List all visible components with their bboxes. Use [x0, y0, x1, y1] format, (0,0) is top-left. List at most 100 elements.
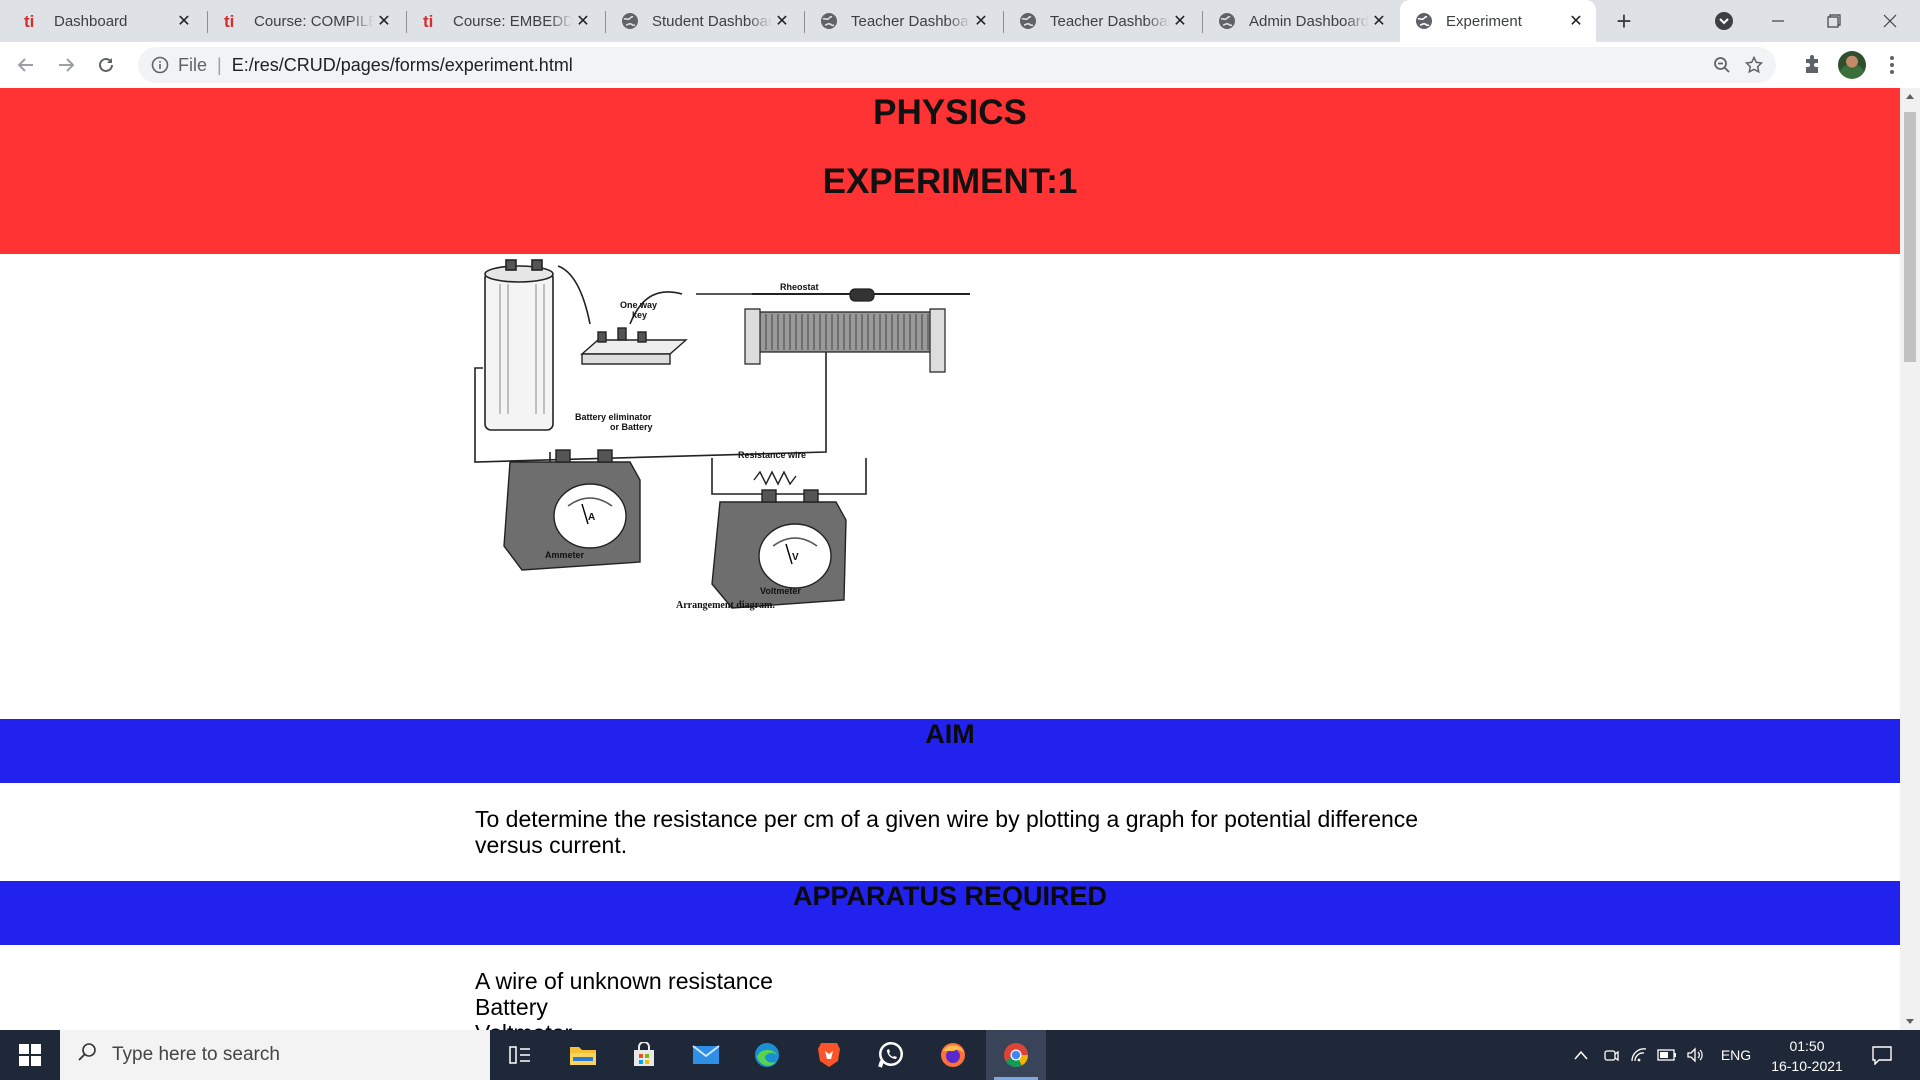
page-viewport: PHYSICS EXPERIMENT:1 One way key Rheosta… [0, 88, 1900, 1030]
chevron-down-circle-icon [1715, 12, 1733, 30]
firefox-icon[interactable] [923, 1030, 983, 1080]
label-battery-line1: Battery eliminator [575, 412, 652, 422]
svg-text:ti: ti [423, 12, 433, 30]
label-rheostat: Rheostat [780, 282, 819, 292]
meet-now-icon[interactable] [1598, 1030, 1624, 1080]
tab-course-embedded[interactable]: ti Course: EMBEDDED SYSTEMS ✕ [407, 0, 603, 42]
arrow-right-icon [59, 58, 75, 72]
aim-text: To determine the resistance per cm of a … [475, 806, 1419, 858]
new-tab-button[interactable]: + [1610, 6, 1638, 36]
file-explorer-icon[interactable] [553, 1030, 613, 1080]
bookmark-star-icon[interactable] [1744, 55, 1764, 75]
url-text[interactable]: E:/res/CRUD/pages/forms/experiment.html [232, 55, 573, 76]
restore-button[interactable] [1806, 0, 1862, 42]
chevron-up-icon[interactable] [1568, 1030, 1594, 1080]
resistance-wire [753, 470, 797, 486]
close-icon [1883, 14, 1897, 28]
apparatus-band: APPARATUS REQUIRED [0, 881, 1900, 945]
tab-teacher-dashboard-2[interactable]: Teacher Dashboard ✕ [1004, 0, 1200, 42]
url-divider: | [217, 54, 222, 75]
back-button[interactable] [12, 51, 40, 79]
close-icon[interactable]: ✕ [772, 11, 792, 31]
info-icon[interactable] [150, 55, 170, 75]
label-ammeter: Ammeter [545, 550, 585, 560]
scroll-down-icon[interactable] [1900, 1014, 1920, 1030]
windows-logo-icon [19, 1044, 41, 1066]
page-header: PHYSICS EXPERIMENT:1 [0, 88, 1900, 254]
globe-icon [1018, 11, 1038, 31]
vertical-scrollbar[interactable] [1900, 88, 1920, 1030]
task-view-icon[interactable] [490, 1030, 550, 1080]
edge-icon[interactable] [737, 1030, 797, 1080]
close-icon[interactable]: ✕ [1369, 11, 1389, 31]
volume-icon[interactable] [1682, 1030, 1708, 1080]
subject-title: PHYSICS [873, 93, 1027, 132]
close-icon[interactable]: ✕ [573, 11, 593, 31]
ti-logo-icon: ti [22, 11, 42, 31]
ti-logo-icon: ti [222, 11, 242, 31]
label-one-way-key-line2: key [632, 310, 647, 320]
svg-text:ti: ti [24, 12, 34, 30]
label-one-way-key-line1: One way [620, 300, 657, 310]
tab-student-dashboard[interactable]: Student Dashboard ✕ [606, 0, 802, 42]
tab-title: Course: COMPILER DESIGN [254, 12, 374, 30]
wifi-icon[interactable] [1626, 1030, 1652, 1080]
diagram-caption: Arrangement diagram. [676, 600, 775, 611]
rheostat [744, 288, 970, 373]
tab-title: Dashboard [54, 12, 128, 30]
label-a: A [588, 512, 595, 523]
tab-dashboard[interactable]: ti Dashboard ✕ [8, 0, 204, 42]
scroll-up-icon[interactable] [1900, 88, 1920, 104]
extensions-icon[interactable] [1798, 51, 1826, 79]
close-window-button[interactable] [1862, 0, 1918, 42]
browser-toolbar: File | E:/res/CRUD/pages/forms/experimen… [0, 42, 1920, 89]
brave-icon[interactable] [799, 1030, 859, 1080]
whatsapp-icon[interactable] [861, 1030, 921, 1080]
battery-eliminator [484, 259, 554, 431]
reload-button[interactable] [92, 51, 120, 79]
close-icon[interactable]: ✕ [174, 11, 194, 31]
forward-button[interactable] [52, 51, 80, 79]
microsoft-store-icon[interactable] [614, 1030, 674, 1080]
tab-admin-dashboard[interactable]: Admin Dashboard ✕ [1203, 0, 1399, 42]
battery-icon[interactable] [1654, 1030, 1680, 1080]
ti-logo-icon: ti [421, 11, 441, 31]
close-icon[interactable]: ✕ [1170, 11, 1190, 31]
zoom-icon[interactable] [1712, 55, 1732, 75]
apparatus-list: A wire of unknown resistance Battery Vol… [475, 968, 1435, 1030]
search-placeholder: Type here to search [112, 1044, 280, 1065]
one-way-key [580, 327, 688, 365]
url-scheme-label: File [178, 54, 208, 75]
search-icon [78, 1042, 98, 1068]
taskbar-search[interactable]: Type here to search [60, 1030, 490, 1080]
restore-icon [1827, 14, 1841, 28]
minimize-button[interactable] [1750, 0, 1806, 42]
label-resistance-wire: Resistance wire [738, 450, 806, 460]
chrome-icon[interactable] [986, 1030, 1046, 1080]
tab-strip: ti Dashboard ✕ ti Course: COMPILER DESIG… [0, 0, 1920, 42]
arrow-left-icon [17, 58, 33, 72]
globe-icon [620, 11, 640, 31]
minimize-icon [1772, 20, 1784, 22]
system-clock[interactable]: 01:50 16-10-2021 [1762, 1036, 1852, 1076]
close-icon[interactable]: ✕ [1566, 11, 1586, 31]
mail-icon[interactable] [676, 1030, 736, 1080]
scrollbar-thumb[interactable] [1904, 112, 1916, 362]
language-indicator[interactable]: ENG [1716, 1030, 1756, 1080]
label-v: V [792, 552, 799, 563]
globe-icon [1217, 11, 1237, 31]
tab-course-compiler[interactable]: ti Course: COMPILER DESIGN ✕ [208, 0, 404, 42]
start-button[interactable] [0, 1030, 60, 1080]
profile-avatar[interactable] [1838, 51, 1866, 79]
notification-center-icon[interactable] [1862, 1030, 1902, 1080]
tab-experiment[interactable]: Experiment ✕ [1400, 0, 1596, 42]
menu-kebab-icon[interactable] [1878, 51, 1906, 79]
tab-teacher-dashboard[interactable]: Teacher Dashboard ✕ [805, 0, 1001, 42]
tab-search-button[interactable] [1696, 0, 1752, 42]
label-voltmeter: Voltmeter [760, 586, 801, 596]
address-bar[interactable]: File | E:/res/CRUD/pages/forms/experimen… [138, 47, 1776, 83]
close-icon[interactable]: ✕ [374, 11, 394, 31]
tab-title: Teacher Dashboard [851, 12, 971, 30]
close-icon[interactable]: ✕ [971, 11, 991, 31]
apparatus-heading: APPARATUS REQUIRED [792, 881, 1108, 911]
